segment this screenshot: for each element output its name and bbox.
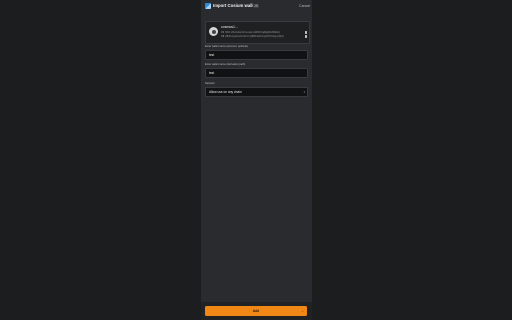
copy-icon[interactable] bbox=[305, 35, 308, 38]
cancel-button[interactable]: Cancel bbox=[299, 4, 310, 8]
header: Import Cosium wallet JS Cancel bbox=[201, 0, 312, 14]
address-row: V1fiflrd xf4xfu4ar4mtvxaqm1df4lzfrqd9gdf… bbox=[221, 31, 280, 34]
chevron-down-icon: ▾ bbox=[303, 90, 305, 94]
wallet-name: cosmos1... bbox=[221, 25, 238, 29]
wallet-node-icon bbox=[209, 27, 218, 36]
network-badge: JS bbox=[253, 4, 260, 8]
add-button[interactable]: Add → bbox=[205, 306, 307, 316]
wallet-name-input[interactable]: test bbox=[205, 50, 308, 60]
arrow-right-icon: → bbox=[300, 308, 304, 313]
derivation-input[interactable]: test bbox=[205, 68, 308, 78]
wallet-name-label: Enter wallet name (account, optional) bbox=[205, 45, 248, 48]
add-button-label: Add bbox=[252, 309, 260, 313]
wallet-name-value: test bbox=[209, 53, 215, 57]
import-wallet-panel: Import Cosium wallet JS Cancel cosmos1..… bbox=[201, 0, 312, 320]
address-value: Z84fnoyq3ux3ru4fm7uj8MFaNFGpAfNYAAgrmfjb… bbox=[225, 35, 284, 38]
wallet-card: cosmos1... V1fiflrd xf4xfu4ar4mtvxaqm1df… bbox=[205, 21, 310, 44]
address-row: V2Z84fnoyq3ux3ru4fm7uj8MFaNFGpAfNYAAgrmf… bbox=[221, 35, 284, 38]
network-value: Allow use on any chain bbox=[209, 90, 242, 94]
copy-icon[interactable] bbox=[305, 31, 308, 34]
page-title: Import Cosium wallet bbox=[213, 3, 257, 8]
cosium-logo-icon bbox=[205, 3, 211, 9]
network-select[interactable]: Allow use on any chain ▾ bbox=[205, 87, 308, 97]
derivation-value: test bbox=[209, 71, 215, 75]
address-value: fiflrd xf4xfu4ar4mtvxaqm1df4lzfrqd9gdfs3… bbox=[225, 31, 280, 34]
network-label: Network bbox=[205, 82, 215, 85]
derivation-label: Enter wallet name (derivation path) bbox=[205, 63, 246, 66]
